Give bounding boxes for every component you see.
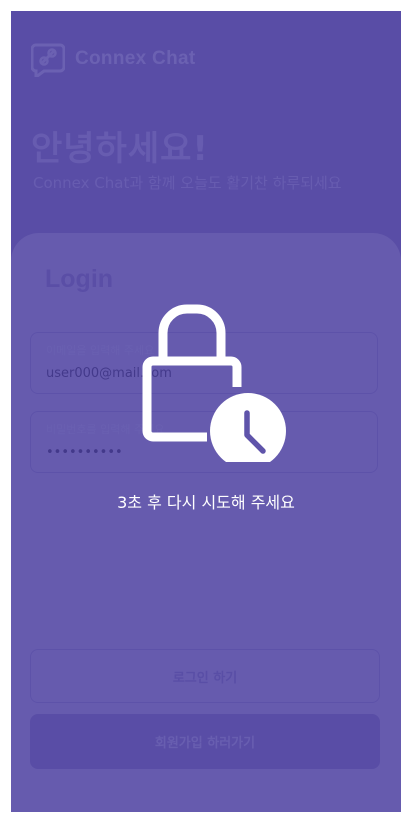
lock-clock-icon <box>142 304 286 462</box>
lockout-overlay: 3초 후 다시 시도해 주세요 <box>11 11 401 812</box>
app-screen: Connex Chat 안녕하세요! Connex Chat과 함께 오늘도 활… <box>11 11 401 812</box>
retry-message: 3초 후 다시 시도해 주세요 <box>117 493 295 512</box>
